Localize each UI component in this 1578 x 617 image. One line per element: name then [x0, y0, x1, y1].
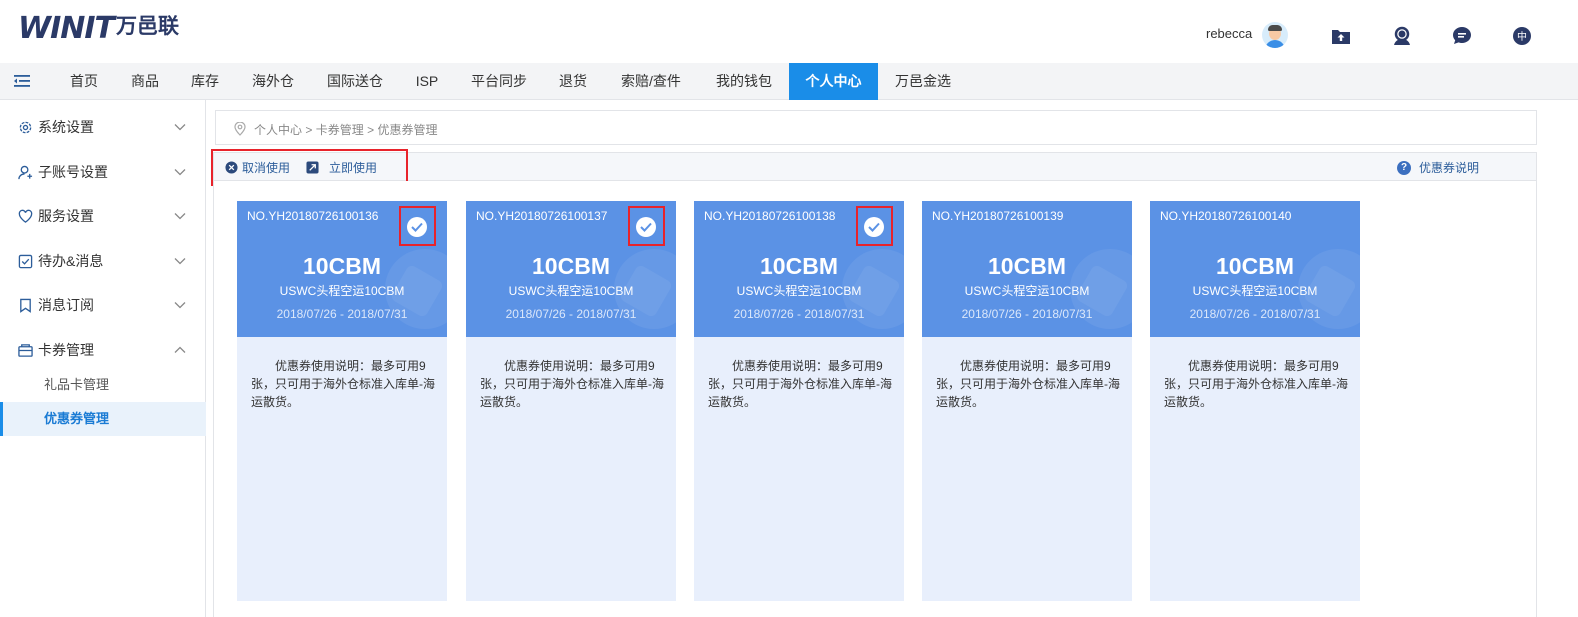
sidebar-item-label: 卡券管理: [38, 342, 94, 358]
sidebar-item-card-management[interactable]: 卡券管理: [0, 328, 206, 372]
coupon-description: 优惠券使用说明：最多可用9张，只可用于海外仓标准入库单-海运散货。: [708, 359, 892, 409]
selection-highlight-box: [628, 206, 665, 246]
coupon-number: NO.YH20180726100138: [704, 209, 836, 223]
chevron-down-icon: [174, 213, 186, 220]
nav-item-personal-center[interactable]: 个人中心: [789, 63, 878, 100]
coupon-number: NO.YH20180726100140: [1160, 209, 1292, 223]
nav-item-winit-select[interactable]: 万邑金选: [878, 63, 968, 100]
user-name[interactable]: rebecca: [1206, 26, 1252, 41]
logo-mark: WINIT: [18, 10, 115, 46]
coupon-name: USWC头程空运10CBM: [964, 284, 1090, 298]
coupon-description: 优惠券使用说明：最多可用9张，只可用于海外仓标准入库单-海运散货。: [480, 359, 664, 409]
sidebar: 系统设置 子账号设置 服务设置 待办&消息 消息订阅 卡券管理 礼品卡管理 优惠…: [0, 100, 206, 617]
sidebar-item-label: 系统设置: [38, 119, 94, 135]
coupon-card[interactable]: NO.YH20180726100138 10CBM USWC头程空运10CBM …: [694, 201, 904, 601]
coupon-help-label: 优惠券说明: [1419, 161, 1480, 175]
logo-cn-text: 万邑联: [116, 14, 179, 38]
nav-item-returns[interactable]: 退货: [543, 63, 603, 100]
coupon-name: USWC头程空运10CBM: [508, 284, 634, 298]
coupon-date-range: 2018/07/26 - 2018/07/31: [733, 307, 865, 321]
coupon-name: USWC头程空运10CBM: [279, 284, 405, 298]
sidebar-item-service-settings[interactable]: 服务设置: [0, 194, 206, 238]
svg-text:中: 中: [1517, 30, 1527, 43]
coupon-amount: 10CBM: [1216, 253, 1294, 279]
selection-highlight-box: [399, 206, 436, 246]
checkbox-icon: [18, 254, 33, 268]
sidebar-item-system-settings[interactable]: 系统设置: [0, 105, 206, 149]
coupon-toolbar: 取消使用 立即使用 ? 优惠券说明: [213, 152, 1537, 181]
nav-item-claims[interactable]: 索赔/查件: [603, 63, 699, 100]
chevron-up-icon: [174, 346, 186, 353]
coupon-name: USWC头程空运10CBM: [1192, 284, 1318, 298]
breadcrumb-separator: >: [367, 123, 375, 137]
avatar[interactable]: [1262, 22, 1288, 48]
nav-item-products[interactable]: 商品: [115, 63, 175, 100]
breadcrumb-item-card-management[interactable]: 卡券管理: [316, 123, 364, 137]
coupon-amount: 10CBM: [988, 253, 1066, 279]
coupon-card[interactable]: NO.YH20180726100136 10CBM USWC头程空运10CBM …: [237, 201, 447, 601]
nav-item-wallet[interactable]: 我的钱包: [699, 63, 789, 100]
coupon-card[interactable]: NO.YH20180726100139 10CBM USWC头程空运10CBM …: [922, 201, 1132, 601]
coupon-number: NO.YH20180726100139: [932, 209, 1064, 223]
chevron-down-icon: [174, 169, 186, 176]
location-pin-icon: [234, 122, 246, 136]
menu-toggle-icon[interactable]: [14, 73, 30, 89]
nav-item-overseas-warehouse[interactable]: 海外仓: [235, 63, 311, 100]
customer-service-icon[interactable]: [1391, 25, 1413, 47]
coupon-description: 优惠券使用说明：最多可用9张，只可用于海外仓标准入库单-海运散货。: [1164, 359, 1348, 409]
coupon-description: 优惠券使用说明：最多可用9张，只可用于海外仓标准入库单-海运散货。: [936, 359, 1120, 409]
nav-item-intl-delivery[interactable]: 国际送仓: [311, 63, 399, 100]
nav-item-inventory[interactable]: 库存: [175, 63, 235, 100]
breadcrumb-item-personal-center[interactable]: 个人中心: [254, 123, 302, 137]
coupon-description: 优惠券使用说明：最多可用9张，只可用于海外仓标准入库单-海运散货。: [251, 359, 435, 409]
coupon-help-link[interactable]: ? 优惠券说明: [1397, 159, 1479, 176]
coupon-name: USWC头程空运10CBM: [736, 284, 862, 298]
gear-icon: [19, 121, 32, 133]
sidebar-item-label: 消息订阅: [38, 297, 94, 313]
chevron-down-icon: [174, 124, 186, 131]
sidebar-item-label: 服务设置: [38, 208, 94, 224]
coupon-amount: 10CBM: [760, 253, 838, 279]
top-header: WINIT 万邑联 rebecca 中: [0, 0, 1578, 63]
coupon-date-range: 2018/07/26 - 2018/07/31: [276, 307, 408, 321]
breadcrumb-separator: >: [305, 123, 313, 137]
winit-logo[interactable]: WINIT 万邑联: [18, 10, 179, 46]
heart-icon: [18, 209, 33, 223]
sidebar-item-subscriptions[interactable]: 消息订阅: [0, 283, 206, 327]
coupon-card[interactable]: NO.YH20180726100140 10CBM USWC头程空运10CBM …: [1150, 201, 1360, 601]
message-icon[interactable]: [1451, 25, 1473, 47]
bookmark-icon: [20, 298, 31, 313]
user-icon: [18, 165, 33, 179]
coupon-amount: 10CBM: [303, 253, 381, 279]
coupon-date-range: 2018/07/26 - 2018/07/31: [505, 307, 637, 321]
main-nav: 首页 商品 库存 海外仓 国际送仓 ISP 平台同步 退货 索赔/查件 我的钱包…: [0, 63, 1578, 100]
nav-item-isp[interactable]: ISP: [399, 63, 455, 100]
sidebar-item-todo-messages[interactable]: 待办&消息: [0, 239, 206, 283]
coupon-card[interactable]: NO.YH20180726100137 10CBM USWC头程空运10CBM …: [466, 201, 676, 601]
chevron-down-icon: [174, 258, 186, 265]
sidebar-item-gift-card-management[interactable]: 礼品卡管理: [0, 368, 206, 402]
sidebar-item-label: 子账号设置: [38, 164, 108, 180]
breadcrumb-item-coupon-management: 优惠券管理: [377, 123, 438, 137]
breadcrumb: 个人中心 > 卡券管理 > 优惠券管理: [215, 110, 1537, 145]
card-icon: [18, 343, 33, 357]
sidebar-item-coupon-management[interactable]: 优惠券管理: [0, 402, 206, 436]
upload-folder-icon[interactable]: [1330, 25, 1352, 47]
nav-item-home[interactable]: 首页: [53, 63, 115, 100]
coupon-amount: 10CBM: [532, 253, 610, 279]
coupon-number: NO.YH20180726100137: [476, 209, 608, 223]
selection-highlight-box: [856, 206, 893, 246]
help-icon: ?: [1397, 160, 1411, 175]
coupon-number: NO.YH20180726100136: [247, 209, 379, 223]
nav-item-platform-sync[interactable]: 平台同步: [455, 63, 543, 100]
sidebar-item-sub-account[interactable]: 子账号设置: [0, 150, 206, 194]
chevron-down-icon: [174, 302, 186, 309]
coupon-date-range: 2018/07/26 - 2018/07/31: [961, 307, 1093, 321]
sidebar-item-label: 待办&消息: [38, 253, 104, 269]
coupon-date-range: 2018/07/26 - 2018/07/31: [1189, 307, 1321, 321]
language-icon[interactable]: 中: [1511, 25, 1533, 47]
